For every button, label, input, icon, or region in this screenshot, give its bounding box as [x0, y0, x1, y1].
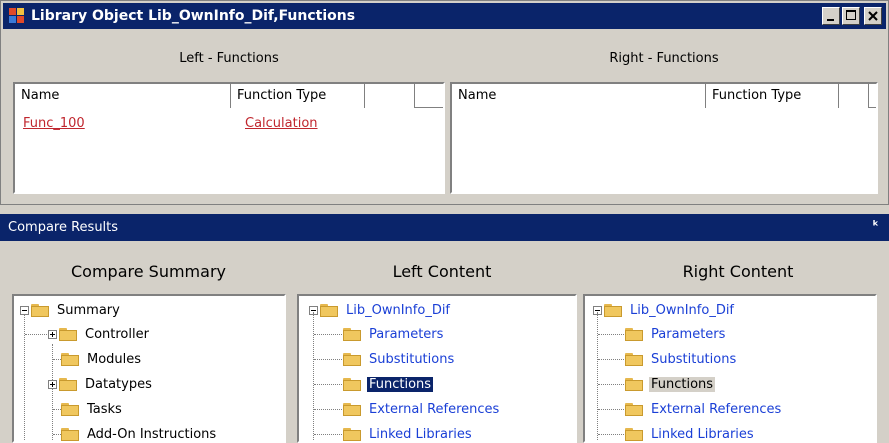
tree-node-label: Parameters — [651, 326, 726, 342]
window-title-bar[interactable]: Library Object Lib_OwnInfo_Dif,Functions — [3, 3, 886, 29]
folder-icon — [343, 402, 361, 416]
tree-node-label: Lib_OwnInfo_Dif — [346, 302, 451, 318]
folder-icon — [625, 377, 643, 391]
tree-node-substitutions[interactable]: Substitutions — [343, 349, 456, 369]
maximize-button[interactable] — [842, 7, 860, 25]
compare-results-title: Compare Results — [8, 220, 119, 235]
list-item[interactable]: Func_100 Calculation — [23, 116, 318, 131]
tree-node-label: External References — [651, 401, 782, 417]
folder-icon — [31, 303, 49, 317]
folder-icon — [343, 427, 361, 441]
expand-icon[interactable] — [48, 329, 57, 339]
folder-icon — [61, 352, 79, 366]
tree-node-parameters[interactable]: Parameters — [625, 324, 727, 344]
tree-node-label: Controller — [85, 326, 149, 342]
function-type-cell: Calculation — [245, 116, 318, 131]
column-header-function-type[interactable]: Function Type — [231, 84, 365, 108]
folder-icon — [625, 352, 643, 366]
folder-icon — [343, 352, 361, 366]
pin-icon[interactable]: ᵏ — [873, 219, 879, 234]
tree-node-linked-libraries[interactable]: Linked Libraries — [343, 424, 474, 442]
right-content-tree[interactable]: Lib_OwnInfo_Dif Parameters Substitutions… — [583, 294, 877, 443]
folder-icon — [343, 327, 361, 341]
right-list-header: Name Function Type — [452, 84, 876, 108]
tree-node-label: Tasks — [87, 401, 122, 417]
tree-node-label: Datatypes — [85, 376, 152, 392]
minimize-button[interactable] — [822, 7, 840, 25]
compare-summary-tree[interactable]: Summary Controller Modules Datatypes Tas… — [12, 294, 286, 443]
right-functions-list[interactable]: Name Function Type — [450, 82, 878, 194]
folder-icon — [343, 377, 361, 391]
tree-node-label: Functions — [367, 376, 434, 392]
tree-node-label: Substitutions — [369, 351, 455, 367]
tree-node-label: Functions — [649, 376, 716, 392]
column-header-name[interactable]: Name — [452, 84, 706, 108]
folder-icon — [61, 402, 79, 416]
minimize-icon — [827, 19, 834, 21]
folder-icon — [625, 402, 643, 416]
tree-node-linked-libraries[interactable]: Linked Libraries — [625, 424, 756, 442]
folder-icon — [61, 427, 79, 441]
compare-results-title-bar: Compare Results ᵏ — [0, 214, 889, 241]
tree-node-functions[interactable]: Functions — [343, 374, 434, 394]
tree-node-label: External References — [369, 401, 500, 417]
compare-summary-heading: Compare Summary — [71, 262, 226, 281]
tree-node-controller[interactable]: Controller — [48, 324, 151, 344]
left-functions-list[interactable]: Name Function Type Func_100 Calculation — [13, 82, 445, 194]
tree-node-root[interactable]: Lib_OwnInfo_Dif — [593, 300, 736, 320]
tree-node-label: Lib_OwnInfo_Dif — [630, 302, 735, 318]
collapse-icon[interactable] — [20, 305, 29, 315]
folder-icon — [625, 427, 643, 441]
tree-node-label: Substitutions — [651, 351, 737, 367]
folder-icon — [604, 303, 622, 317]
column-header-name[interactable]: Name — [15, 84, 231, 108]
tree-node-tasks[interactable]: Tasks — [61, 399, 124, 419]
maximize-icon — [846, 10, 856, 20]
folder-icon — [59, 327, 77, 341]
tree-node-root[interactable]: Lib_OwnInfo_Dif — [309, 300, 452, 320]
column-header-blank[interactable] — [365, 84, 415, 108]
tree-node-label: Add-On Instructions — [87, 426, 217, 442]
tree-node-label: Modules — [87, 351, 142, 367]
app-icon — [9, 8, 25, 24]
tree-node-modules[interactable]: Modules — [61, 349, 143, 369]
close-button[interactable] — [864, 7, 882, 25]
folder-icon — [625, 327, 643, 341]
library-object-window: Library Object Lib_OwnInfo_Dif,Functions… — [0, 0, 889, 205]
tree-node-label: Summary — [57, 302, 120, 318]
tree-node-summary[interactable]: Summary — [20, 300, 122, 320]
tree-node-functions[interactable]: Functions — [625, 374, 716, 394]
left-content-heading: Left Content — [392, 262, 492, 281]
column-header-function-type[interactable]: Function Type — [706, 84, 839, 108]
right-content-heading: Right Content — [682, 262, 794, 281]
folder-icon — [320, 303, 338, 317]
tree-node-label: Linked Libraries — [369, 426, 472, 442]
tree-node-label: Linked Libraries — [651, 426, 754, 442]
tree-node-parameters[interactable]: Parameters — [343, 324, 445, 344]
tree-node-external-references[interactable]: External References — [625, 399, 783, 419]
window-title: Library Object Lib_OwnInfo_Dif,Functions — [31, 8, 356, 24]
left-list-header: Name Function Type — [15, 84, 443, 108]
left-content-tree[interactable]: Lib_OwnInfo_Dif Parameters Substitutions… — [297, 294, 577, 443]
tree-node-substitutions[interactable]: Substitutions — [625, 349, 738, 369]
right-pane-label: Right - Functions — [609, 51, 719, 66]
left-pane-label: Left - Functions — [179, 51, 279, 66]
tree-node-add-on-instructions[interactable]: Add-On Instructions — [61, 424, 218, 442]
tree-node-label: Parameters — [369, 326, 444, 342]
folder-icon — [59, 377, 77, 391]
tree-node-external-references[interactable]: External References — [343, 399, 501, 419]
function-name-cell: Func_100 — [23, 116, 85, 131]
tree-node-datatypes[interactable]: Datatypes — [48, 374, 154, 394]
column-header-blank[interactable] — [839, 84, 869, 108]
expand-icon[interactable] — [48, 379, 57, 389]
close-icon — [868, 11, 878, 21]
